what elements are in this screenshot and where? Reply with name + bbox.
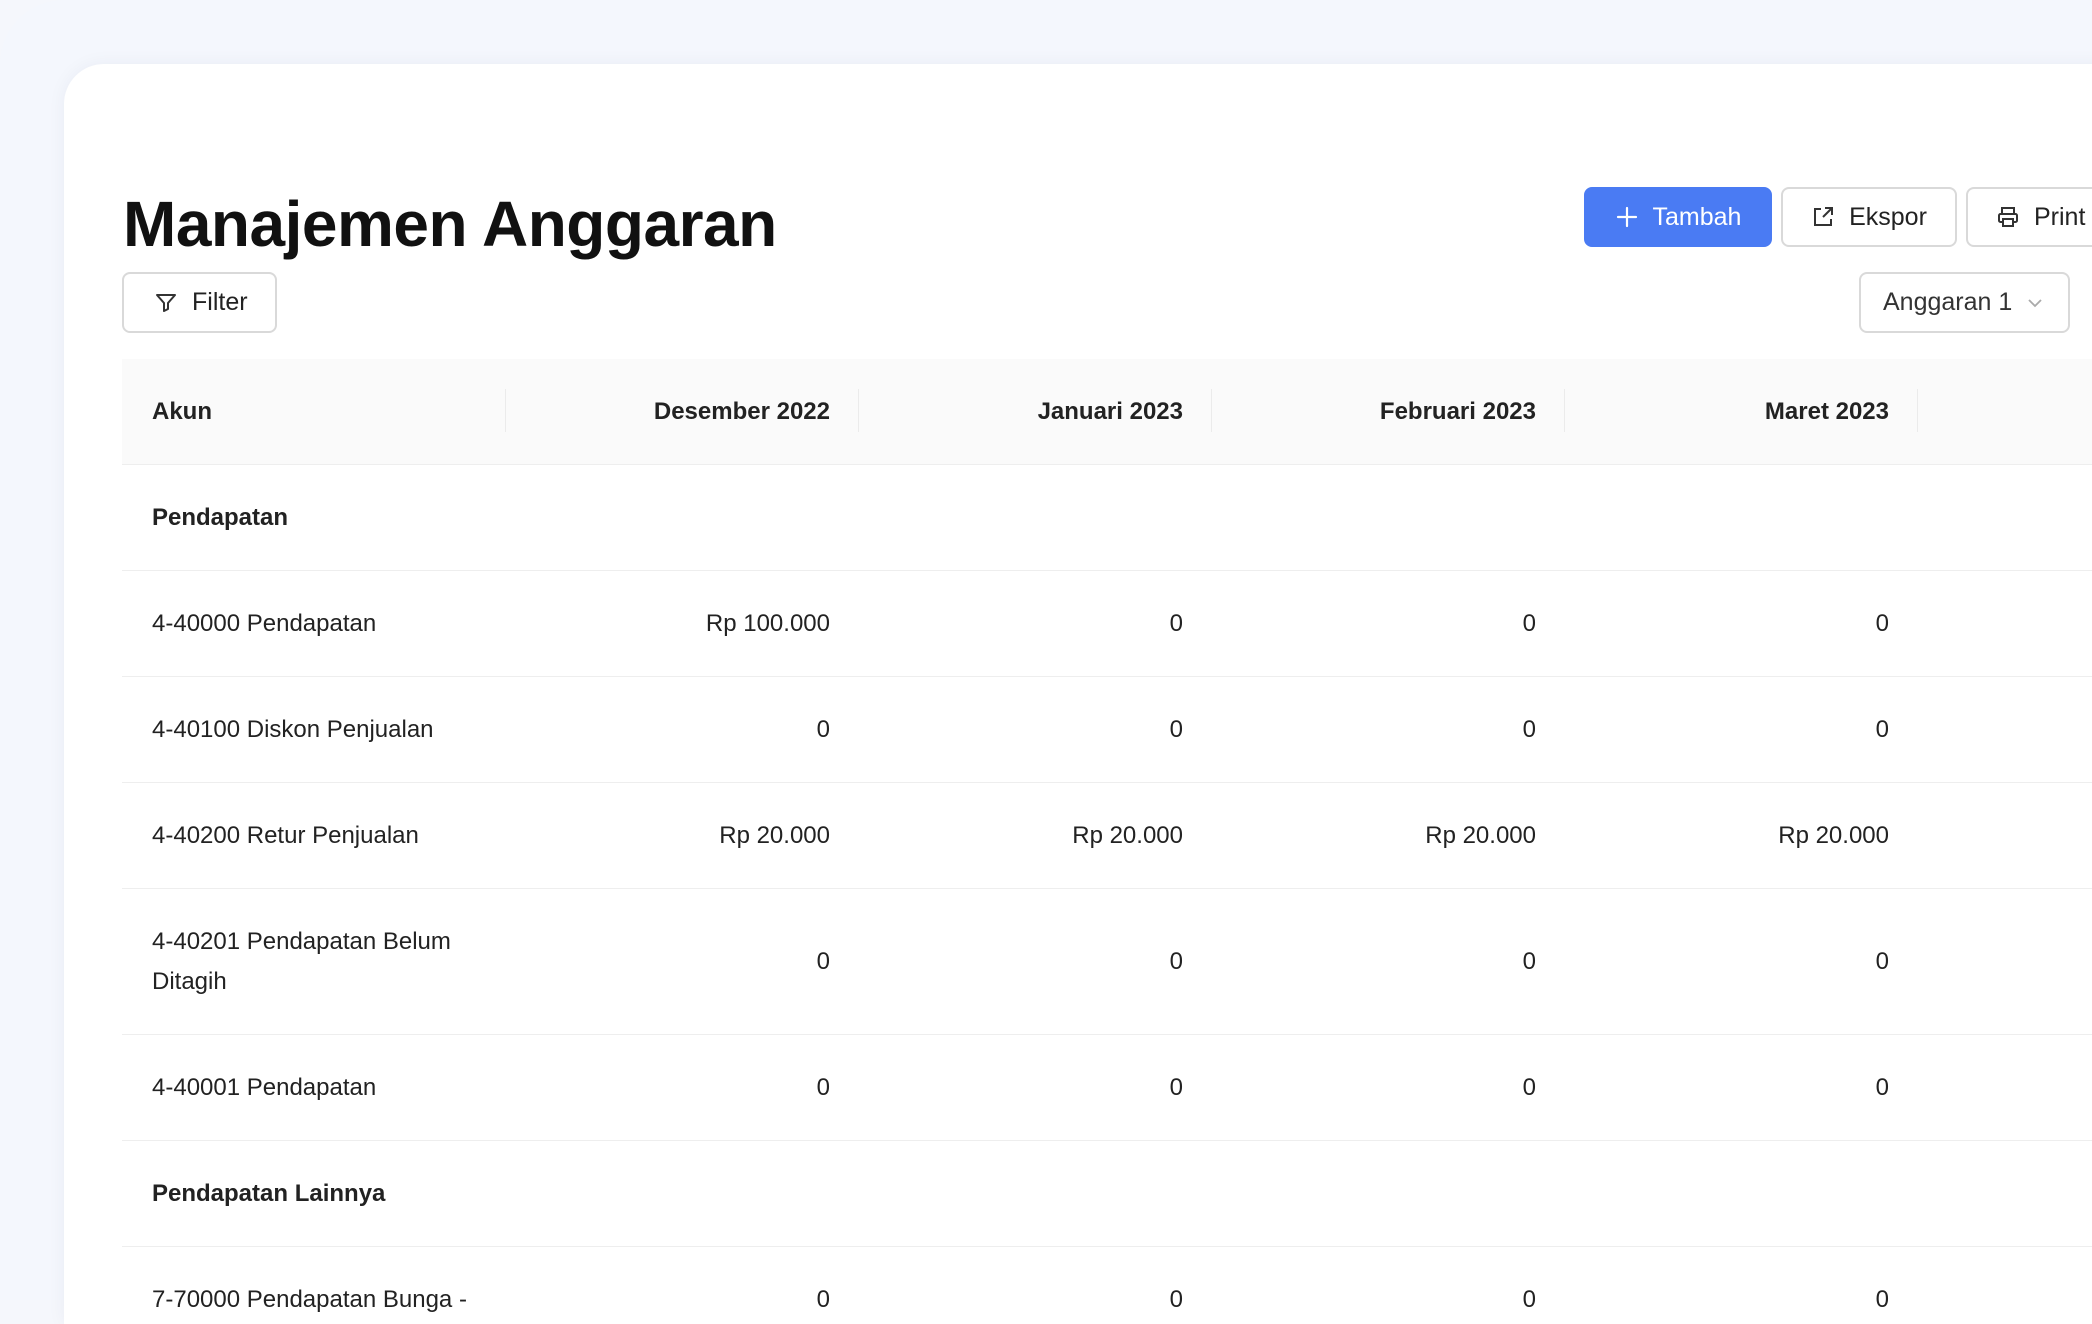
amount-cell: 0 xyxy=(1212,1035,1565,1141)
column-header-maret-2023: Maret 2023 xyxy=(1565,359,1918,465)
amount-cell: 0 xyxy=(859,571,1212,677)
table-row[interactable]: 4-40001 Pendapatan 0 0 0 0 xyxy=(122,1035,2092,1141)
overflow-cell xyxy=(1918,783,2092,889)
group-row-pendapatan: Pendapatan xyxy=(122,465,2092,571)
group-label: Pendapatan xyxy=(122,465,2092,571)
account-cell: 7-70000 Pendapatan Bunga - xyxy=(122,1247,506,1324)
add-button[interactable]: Tambah xyxy=(1584,187,1772,247)
plus-icon xyxy=(1615,205,1639,229)
column-header-januari-2023: Januari 2023 xyxy=(859,359,1212,465)
account-cell: 4-40001 Pendapatan xyxy=(122,1035,506,1141)
print-button[interactable]: Print xyxy=(1966,187,2092,247)
budget-table: Akun Desember 2022 Januari 2023 Februari… xyxy=(122,359,2092,1324)
amount-cell: 0 xyxy=(859,677,1212,783)
filter-button-label: Filter xyxy=(192,288,248,317)
overflow-cell xyxy=(1918,677,2092,783)
budget-select[interactable]: Anggaran 1 xyxy=(1859,272,2070,333)
column-header-akun: Akun xyxy=(122,359,506,465)
add-button-label: Tambah xyxy=(1653,203,1742,232)
table-header-row: Akun Desember 2022 Januari 2023 Februari… xyxy=(122,359,2092,465)
header-actions: Tambah Ekspor Print xyxy=(1584,187,2092,247)
table-row[interactable]: 4-40100 Diskon Penjualan 0 0 0 0 xyxy=(122,677,2092,783)
amount-cell: 0 xyxy=(506,889,859,1035)
account-cell: 4-40200 Retur Penjualan xyxy=(122,783,506,889)
overflow-cell xyxy=(1918,1247,2092,1324)
print-button-label: Print xyxy=(2034,203,2085,232)
overflow-cell xyxy=(1918,889,2092,1035)
filter-button[interactable]: Filter xyxy=(122,272,277,333)
account-cell: 4-40201 Pendapatan Belum Ditagih xyxy=(122,889,506,1035)
column-header-overflow xyxy=(1918,359,2092,465)
amount-cell: Rp 20.000 xyxy=(506,783,859,889)
amount-cell: 0 xyxy=(506,1035,859,1141)
funnel-icon xyxy=(154,291,178,315)
amount-cell: Rp 20.000 xyxy=(1565,783,1918,889)
amount-cell: 0 xyxy=(1212,1247,1565,1324)
amount-cell: 0 xyxy=(506,1247,859,1324)
external-link-icon xyxy=(1811,205,1835,229)
amount-cell: 0 xyxy=(1565,1035,1918,1141)
printer-icon xyxy=(1996,205,2020,229)
amount-cell: 0 xyxy=(1565,571,1918,677)
column-header-februari-2023: Februari 2023 xyxy=(1212,359,1565,465)
amount-cell: 0 xyxy=(1565,889,1918,1035)
overflow-cell xyxy=(1918,571,2092,677)
group-row-pendapatan-lainnya: Pendapatan Lainnya xyxy=(122,1141,2092,1247)
account-cell: 4-40000 Pendapatan xyxy=(122,571,506,677)
table-row[interactable]: 4-40000 Pendapatan Rp 100.000 0 0 0 xyxy=(122,571,2092,677)
budget-select-value: Anggaran 1 xyxy=(1883,288,2012,317)
group-label: Pendapatan Lainnya xyxy=(122,1141,2092,1247)
chevron-down-icon xyxy=(2026,294,2044,312)
column-header-desember-2022: Desember 2022 xyxy=(506,359,859,465)
amount-cell: 0 xyxy=(859,1035,1212,1141)
main-card: Manajemen Anggaran Tambah Ekspor Print xyxy=(64,64,2092,1324)
amount-cell: 0 xyxy=(1565,1247,1918,1324)
amount-cell: 0 xyxy=(859,889,1212,1035)
amount-cell: 0 xyxy=(859,1247,1212,1324)
table-row[interactable]: 4-40201 Pendapatan Belum Ditagih 0 0 0 0 xyxy=(122,889,2092,1035)
account-cell: 4-40100 Diskon Penjualan xyxy=(122,677,506,783)
table-row[interactable]: 7-70000 Pendapatan Bunga - 0 0 0 0 xyxy=(122,1247,2092,1324)
amount-cell: 0 xyxy=(506,677,859,783)
amount-cell: 0 xyxy=(1212,889,1565,1035)
amount-cell: Rp 20.000 xyxy=(859,783,1212,889)
amount-cell: 0 xyxy=(1212,571,1565,677)
export-button[interactable]: Ekspor xyxy=(1781,187,1957,247)
overflow-cell xyxy=(1918,1035,2092,1141)
amount-cell: Rp 20.000 xyxy=(1212,783,1565,889)
budget-table-wrapper: Akun Desember 2022 Januari 2023 Februari… xyxy=(122,359,2092,1324)
page-title: Manajemen Anggaran xyxy=(123,184,777,264)
table-row[interactable]: 4-40200 Retur Penjualan Rp 20.000 Rp 20.… xyxy=(122,783,2092,889)
export-button-label: Ekspor xyxy=(1849,203,1927,232)
amount-cell: 0 xyxy=(1212,677,1565,783)
amount-cell: 0 xyxy=(1565,677,1918,783)
amount-cell: Rp 100.000 xyxy=(506,571,859,677)
